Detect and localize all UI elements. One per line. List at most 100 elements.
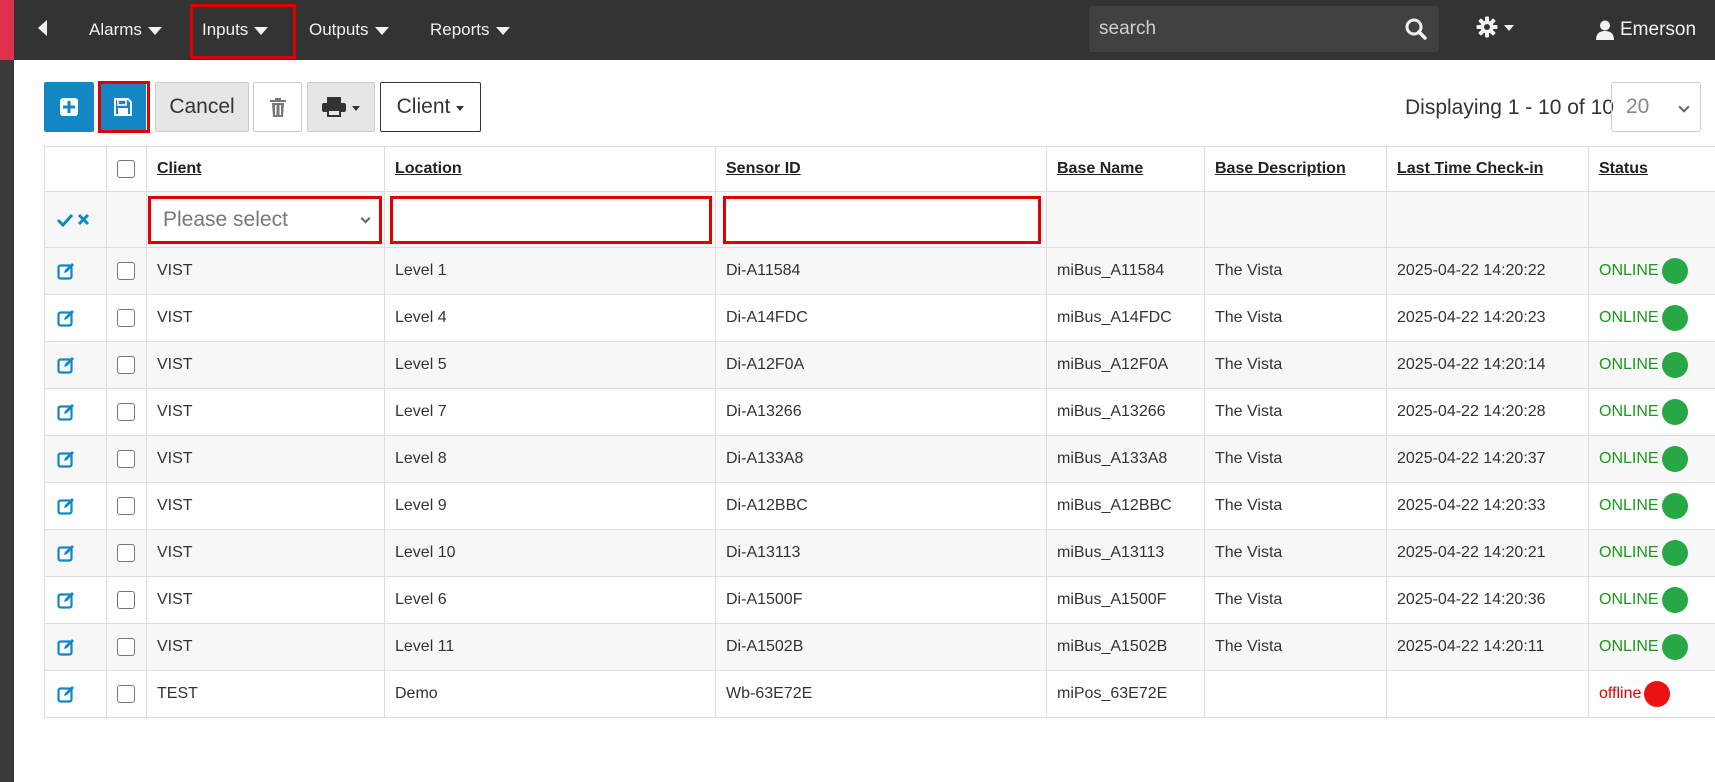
cell-client: VIST <box>146 530 384 576</box>
cell-sensor-id: Di-A11584 <box>715 248 1046 294</box>
row-edit-cell <box>44 671 106 717</box>
cell-location: Level 8 <box>384 436 715 482</box>
row-checkbox[interactable] <box>117 591 135 609</box>
cell-last-check-in <box>1386 671 1588 717</box>
back-arrow-icon[interactable] <box>38 20 47 36</box>
save-button-highlight <box>98 81 150 133</box>
header-sensor-id[interactable]: Sensor ID <box>715 147 1046 191</box>
table-row: VIST Level 4 Di-A14FDC miBus_A14FDC The … <box>44 295 1715 342</box>
trash-icon <box>269 97 286 117</box>
add-button[interactable] <box>44 82 94 132</box>
cell-status: ONLINE <box>1588 624 1715 670</box>
select-all-checkbox[interactable] <box>117 160 135 178</box>
filter-select-cell <box>106 192 146 247</box>
cell-status: ONLINE <box>1588 436 1715 482</box>
table-row: VIST Level 7 Di-A13266 miBus_A13266 The … <box>44 389 1715 436</box>
row-checkbox[interactable] <box>117 309 135 327</box>
edit-icon[interactable] <box>57 685 75 703</box>
edit-icon[interactable] <box>57 403 75 421</box>
cell-base-name: miBus_A14FDC <box>1046 295 1204 341</box>
settings-menu[interactable] <box>1476 16 1514 38</box>
location-filter-input[interactable] <box>390 196 712 244</box>
edit-icon[interactable] <box>57 591 75 609</box>
cell-client: VIST <box>146 436 384 482</box>
row-edit-cell <box>44 436 106 482</box>
check-icon[interactable] <box>57 213 73 227</box>
row-select-cell <box>106 577 146 623</box>
close-icon[interactable] <box>77 213 90 226</box>
client-dropdown-button[interactable]: Client <box>380 82 481 132</box>
cell-base-description: The Vista <box>1204 389 1386 435</box>
row-checkbox[interactable] <box>117 685 135 703</box>
header-base-name[interactable]: Base Name <box>1046 147 1204 191</box>
cell-sensor-id: Di-A12BBC <box>715 483 1046 529</box>
header-status[interactable]: Status <box>1588 147 1715 191</box>
cell-status: ONLINE <box>1588 530 1715 576</box>
cell-sensor-id: Wb-63E72E <box>715 671 1046 717</box>
edit-icon[interactable] <box>57 450 75 468</box>
edit-icon[interactable] <box>57 497 75 515</box>
cancel-button[interactable]: Cancel <box>155 82 249 132</box>
cell-base-description: The Vista <box>1204 342 1386 388</box>
client-filter-select[interactable]: Please select <box>148 196 382 244</box>
page-size-select[interactable]: 20 <box>1611 82 1701 132</box>
status-dot-icon <box>1661 399 1688 425</box>
cell-base-name: miBus_A12F0A <box>1046 342 1204 388</box>
row-checkbox[interactable] <box>117 544 135 562</box>
cell-location: Level 6 <box>384 577 715 623</box>
row-edit-cell <box>44 624 106 670</box>
nav-inputs-highlight <box>190 4 296 59</box>
row-select-cell <box>106 295 146 341</box>
cell-base-name: miPos_63E72E <box>1046 671 1204 717</box>
search-icon[interactable] <box>1405 18 1427 40</box>
filter-checkin-cell <box>1386 192 1588 247</box>
print-menu-button[interactable] <box>307 82 375 132</box>
cell-last-check-in: 2025-04-22 14:20:23 <box>1386 295 1588 341</box>
cell-location: Level 5 <box>384 342 715 388</box>
row-select-cell <box>106 530 146 576</box>
row-checkbox[interactable] <box>117 450 135 468</box>
top-navbar: Alarms Inputs Outputs Reports search Eme… <box>14 0 1715 60</box>
edit-icon[interactable] <box>57 356 75 374</box>
cell-base-description: The Vista <box>1204 624 1386 670</box>
plus-square-icon <box>60 98 78 116</box>
edit-icon[interactable] <box>57 544 75 562</box>
row-select-cell <box>106 624 146 670</box>
row-select-cell <box>106 342 146 388</box>
sensor-id-filter-input[interactable] <box>723 196 1041 244</box>
delete-button[interactable] <box>253 82 302 132</box>
row-select-cell <box>106 248 146 294</box>
cell-base-name: miBus_A1500F <box>1046 577 1204 623</box>
table-row: VIST Level 9 Di-A12BBC miBus_A12BBC The … <box>44 483 1715 530</box>
edit-icon[interactable] <box>57 638 75 656</box>
cell-base-description: The Vista <box>1204 483 1386 529</box>
edge-accent <box>0 0 14 60</box>
row-checkbox[interactable] <box>117 497 135 515</box>
header-base-description[interactable]: Base Description <box>1204 147 1386 191</box>
header-location[interactable]: Location <box>384 147 715 191</box>
edit-icon[interactable] <box>57 262 75 280</box>
row-checkbox[interactable] <box>117 403 135 421</box>
cell-client: VIST <box>146 483 384 529</box>
row-edit-cell <box>44 295 106 341</box>
header-last-check-in[interactable]: Last Time Check-in <box>1386 147 1588 191</box>
row-checkbox[interactable] <box>117 638 135 656</box>
chevron-down-icon <box>1678 101 1690 113</box>
row-checkbox[interactable] <box>117 262 135 280</box>
nav-alarms[interactable]: Alarms <box>89 0 162 60</box>
row-checkbox[interactable] <box>117 356 135 374</box>
cell-last-check-in: 2025-04-22 14:20:28 <box>1386 389 1588 435</box>
table-row: VIST Level 1 Di-A11584 miBus_A11584 The … <box>44 248 1715 295</box>
cell-base-description: The Vista <box>1204 295 1386 341</box>
page-size-value: 20 <box>1626 95 1650 118</box>
cell-client: VIST <box>146 295 384 341</box>
edit-icon[interactable] <box>57 309 75 327</box>
user-menu[interactable]: Emerson <box>1596 0 1696 60</box>
search-input[interactable] <box>1089 6 1389 52</box>
chevron-down-icon <box>360 213 371 224</box>
header-client[interactable]: Client <box>146 147 384 191</box>
table-row: VIST Level 5 Di-A12F0A miBus_A12F0A The … <box>44 342 1715 389</box>
nav-reports[interactable]: Reports <box>430 0 510 60</box>
cell-client: VIST <box>146 577 384 623</box>
nav-outputs[interactable]: Outputs <box>309 0 389 60</box>
